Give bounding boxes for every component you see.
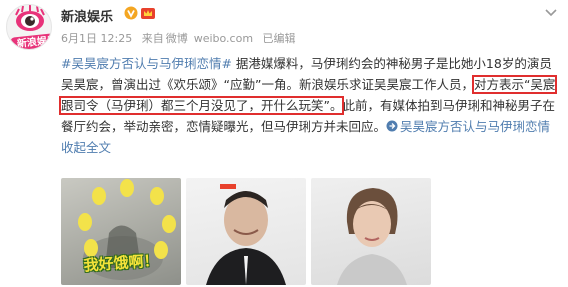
collapse-link[interactable]: 收起全文 xyxy=(61,140,111,155)
link-icon xyxy=(386,120,398,132)
post-date[interactable]: 6月1日 12:25 xyxy=(61,32,132,45)
article-link[interactable]: 吴昊宸方否认与马伊琍恋情 xyxy=(386,119,550,134)
post-photo-3[interactable] xyxy=(311,178,431,285)
verified-icon xyxy=(124,6,138,20)
post-source[interactable]: 微博 xyxy=(166,32,188,45)
portrait-man xyxy=(206,184,286,285)
post-photo-1[interactable]: 我好饿啊！ xyxy=(61,178,181,285)
edited-label: 已编辑 xyxy=(262,32,296,45)
post-meta: 6月1日 12:25 来自 微博 weibo.com 已编辑 xyxy=(61,30,302,46)
topic-link[interactable]: #吴昊宸方否认与马伊琍恋情# xyxy=(61,56,232,71)
post-text: #吴昊宸方否认与马伊琍恋情# 据港媒爆料，马伊琍约会的神秘男子是比她小18岁的演… xyxy=(58,53,563,158)
avatar[interactable]: 新浪娱乐 xyxy=(6,4,52,50)
user-name[interactable]: 新浪娱乐 xyxy=(61,6,113,25)
post-photo-2[interactable] xyxy=(186,178,306,285)
portrait-woman xyxy=(337,188,407,285)
article-link-text: 吴昊宸方否认与马伊琍恋情 xyxy=(400,119,551,134)
source-prefix: 来自 xyxy=(141,32,164,45)
vip-crown-icon xyxy=(141,8,155,19)
post-site[interactable]: weibo.com xyxy=(194,32,253,45)
chevron-down-icon[interactable] xyxy=(544,8,558,18)
